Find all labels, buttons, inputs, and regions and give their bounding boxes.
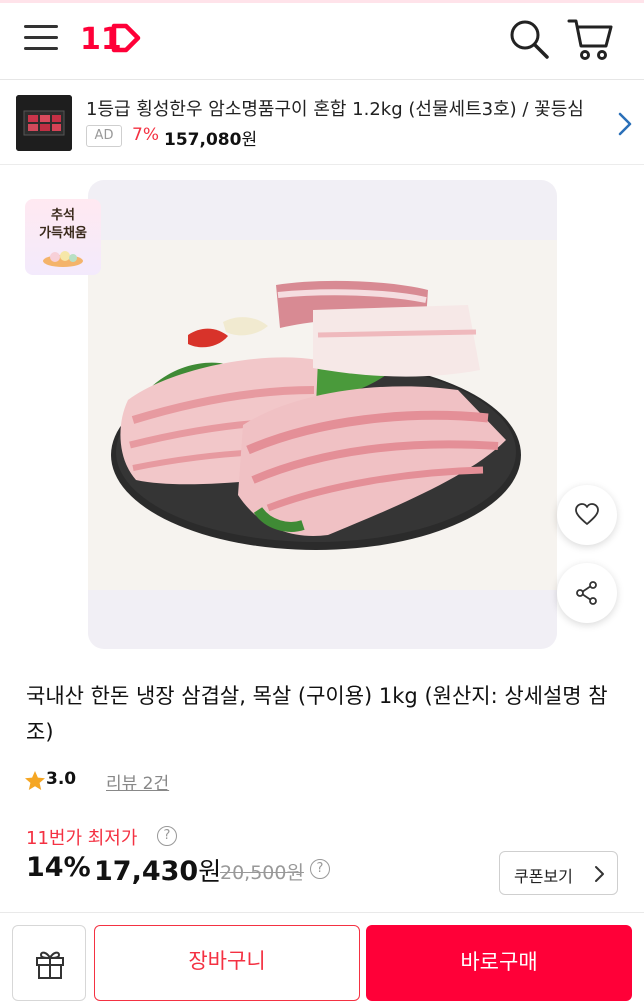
heart-icon (575, 503, 599, 525)
ad-title[interactable]: 1등급 횡성한우 암소명품구이 혼합 1.2kg (선물세트3호) / 꽃등심 (86, 95, 606, 121)
gift-icon (36, 951, 64, 979)
ad-price-currency: 원 (241, 130, 258, 150)
discount-rate: 14% (26, 852, 91, 883)
event-badge[interactable]: 추석 가득채움 (25, 199, 101, 275)
share-button[interactable] (557, 563, 617, 623)
sale-price-value: 17,430 (94, 856, 199, 887)
sale-price: 17,430원 (94, 852, 221, 888)
buy-now-button[interactable]: 바로구매 (366, 925, 632, 1001)
coupon-button[interactable]: 쿠폰보기 (499, 851, 618, 895)
top-accent-line (0, 0, 644, 3)
top-bar: 11 (0, 0, 644, 80)
help-icon[interactable]: ? (310, 859, 330, 879)
ad-thumbnail (16, 95, 72, 151)
review-count-link[interactable]: 리뷰 2건 (106, 769, 169, 794)
wishlist-button[interactable] (557, 485, 617, 545)
chevron-right-icon (595, 866, 604, 882)
ad-price: 157,080원 (164, 125, 257, 150)
share-icon (576, 581, 597, 605)
menu-icon[interactable] (24, 22, 58, 52)
add-to-cart-button[interactable]: 장바구니 (94, 925, 360, 1001)
cart-icon[interactable] (566, 16, 614, 62)
event-badge-text: 추석 가득채움 (25, 207, 101, 243)
product-gallery[interactable] (88, 180, 557, 649)
star-icon (25, 771, 45, 790)
original-price: 20,500원 (220, 862, 304, 884)
coupon-button-label: 쿠폰보기 (514, 867, 573, 886)
event-badge-line2: 가득채움 (39, 226, 87, 241)
help-icon[interactable]: ? (157, 826, 177, 846)
rating-score: 3.0 (46, 769, 77, 789)
ad-banner[interactable]: 1등급 횡성한우 암소명품구이 혼합 1.2kg (선물세트3호) / 꽃등심 … (0, 81, 644, 165)
ad-discount: 7% (132, 125, 159, 145)
lowest-price-label: 11번가 최저가 (26, 828, 138, 849)
ad-badge: AD (86, 125, 122, 147)
product-image (88, 240, 557, 590)
chevron-right-icon[interactable] (616, 110, 634, 138)
logo[interactable]: 11 (80, 18, 144, 58)
product-title: 국내산 한돈 냉장 삼겹살, 목살 (구이용) 1kg (원산지: 상세설명 참… (26, 684, 608, 744)
search-icon[interactable] (508, 18, 550, 60)
ad-price-value: 157,080 (164, 130, 242, 150)
gift-button[interactable] (12, 925, 86, 1001)
event-badge-line1: 추석 (51, 208, 75, 223)
bottom-action-bar: 장바구니 바로구매 (0, 912, 644, 1001)
sale-price-currency: 원 (198, 857, 222, 886)
